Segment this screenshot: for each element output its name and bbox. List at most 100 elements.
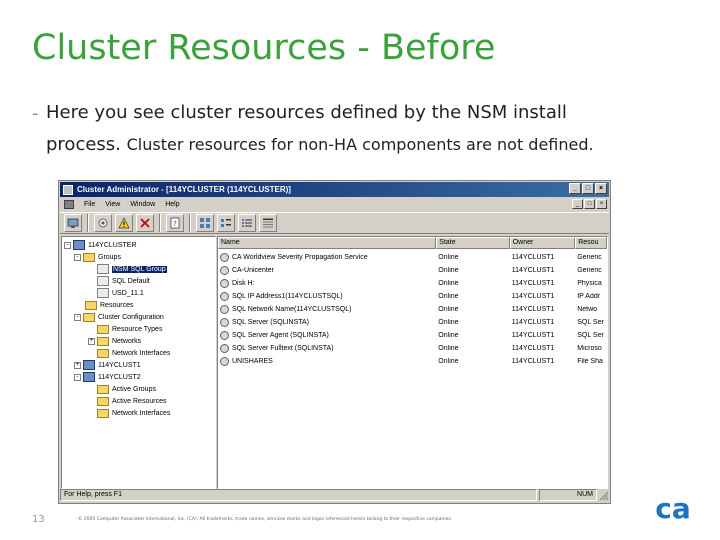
help-icon[interactable]: ? <box>166 214 184 232</box>
toolbar-separator <box>159 214 161 232</box>
expand-icon[interactable]: + <box>74 361 81 369</box>
mdi-restore-button[interactable]: □ <box>584 199 595 209</box>
cell-text: 114YCLUST1 <box>511 305 555 313</box>
list-item[interactable]: Disk H: Online 114YCLUST1 Physica <box>218 277 607 289</box>
resource-list-pane[interactable]: Name State Owner Resou CA Worldview Seve… <box>217 236 608 489</box>
mdi-child-icon[interactable] <box>64 200 74 209</box>
small-icons-icon[interactable] <box>217 214 235 232</box>
cell-text: Online <box>438 279 459 287</box>
group-icon <box>97 264 109 274</box>
resource-icon <box>220 304 229 314</box>
menu-help[interactable]: Help <box>161 201 183 208</box>
tree-item-cluster[interactable]: - 114YCLUSTER <box>64 239 137 251</box>
cell-text: SQL Server (SQLINSTA) <box>232 318 310 326</box>
cell-text: Online <box>438 331 459 339</box>
list-item[interactable]: SQL Server (SQLINSTA) Online 114YCLUST1 SQL… <box>218 316 607 328</box>
resize-grip-icon[interactable] <box>597 489 609 501</box>
expand-icon[interactable]: + <box>88 337 95 345</box>
tree-item-network-interfaces[interactable]: Network Interfaces <box>97 347 170 359</box>
menu-file[interactable]: File <box>80 201 99 208</box>
list-item[interactable]: SQL Server Agent (SQLINSTA) Online 114YCLU… <box>218 329 607 341</box>
collapse-icon[interactable]: - <box>64 241 71 249</box>
close-button[interactable]: × <box>595 183 607 194</box>
cell-text: SQL Ser <box>577 318 604 326</box>
cell-type: Generic <box>575 267 607 274</box>
warning-icon[interactable] <box>115 214 133 232</box>
collapse-icon[interactable]: - <box>74 313 81 321</box>
cell-text: CA Worldview Severity Propagation Servic… <box>232 253 368 261</box>
tree-item-sql-default[interactable]: SQL Default <box>97 275 150 287</box>
cell-state: Online <box>436 293 509 300</box>
window-title: Cluster Administrator - [114YCLUSTER (11… <box>77 185 291 194</box>
collapse-icon[interactable]: - <box>74 253 81 261</box>
tree-item-nsm-sql-group[interactable]: NSM SQL Group <box>97 263 167 275</box>
tree-item-groups[interactable]: - Groups <box>74 251 121 263</box>
tree-item-label: 114YCLUST2 <box>98 373 141 381</box>
list-item[interactable]: SQL Server Fulltext (SQLINSTA) Online 114Y… <box>218 342 607 354</box>
cell-owner: 114YCLUST1 <box>510 267 576 274</box>
tree-item-resources[interactable]: Resources <box>85 299 133 311</box>
page-number: 13 <box>32 514 45 525</box>
window-titlebar[interactable]: Cluster Administrator - [114YCLUSTER (11… <box>60 182 609 197</box>
folder-icon <box>97 324 109 334</box>
cell-text: Microso <box>577 344 602 352</box>
tree-item-label: 114YCLUSTER <box>88 241 137 249</box>
column-header-name[interactable]: Name <box>218 237 437 249</box>
menu-window[interactable]: Window <box>126 201 159 208</box>
tree-item-node-1[interactable]: + 114YCLUST1 <box>74 359 141 371</box>
list-item[interactable]: CA Worldview Severity Propagation Servic… <box>218 251 607 263</box>
cell-text: Online <box>438 253 459 261</box>
collapse-icon[interactable]: - <box>74 373 81 381</box>
tree-item-label: USD_11.1 <box>112 289 144 297</box>
cell-state: Online <box>436 332 509 339</box>
tree-item-usd[interactable]: USD_11.1 <box>97 287 144 299</box>
mdi-minimize-button[interactable]: _ <box>572 199 583 209</box>
tree-item-resource-types[interactable]: Resource Types <box>97 323 162 335</box>
list-item[interactable]: CA-Unicenter Online 114YCLUST1 Generic <box>218 264 607 276</box>
tree-item-active-groups[interactable]: Active Groups <box>97 383 156 395</box>
tree-item-networks[interactable]: + Networks <box>88 335 141 347</box>
maximize-button[interactable]: □ <box>582 183 594 194</box>
cluster-tree-pane[interactable]: - 114YCLUSTER - Groups NSM SQL Group SQL… <box>61 236 216 489</box>
cluster-administrator-window: Cluster Administrator - [114YCLUSTER (11… <box>58 180 611 504</box>
resource-icon <box>220 317 229 327</box>
minimize-button[interactable]: _ <box>569 183 581 194</box>
list-view-icon[interactable] <box>238 214 256 232</box>
cell-type: Netwo <box>575 306 607 313</box>
cell-owner: 114YCLUST1 <box>510 332 576 339</box>
cell-name: Disk H: <box>218 278 436 288</box>
tree-item-label: SQL Default <box>112 277 150 285</box>
cell-text: Online <box>438 266 459 274</box>
menu-view[interactable]: View <box>101 201 124 208</box>
connect-icon[interactable] <box>64 214 82 232</box>
column-header-owner[interactable]: Owner <box>509 237 576 249</box>
list-item[interactable]: SQL IP Address1(114YCLUSTSQL) Online 114YC… <box>218 290 607 302</box>
bullet-text-line2-start: process. <box>46 134 127 155</box>
tree-item-node2-network-interfaces[interactable]: Network Interfaces <box>97 407 170 419</box>
cell-name: CA-Unicenter <box>218 265 436 275</box>
list-item[interactable]: SQL Network Name(114YCLUSTSQL) Online 114Y… <box>218 303 607 315</box>
cell-text: 114YCLUST1 <box>511 279 555 287</box>
cell-owner: 114YCLUST1 <box>510 254 576 261</box>
tree-item-node-2[interactable]: - 114YCLUST2 <box>74 371 141 383</box>
tree-item-cluster-configuration[interactable]: - Cluster Configuration <box>74 311 164 323</box>
bullet-text-line2-rest: Cluster resources for non-HA components … <box>126 135 594 154</box>
details-view-icon[interactable] <box>259 214 277 232</box>
properties-icon[interactable] <box>94 214 112 232</box>
tree-item-label: Network Interfaces <box>112 349 171 357</box>
large-icons-icon[interactable] <box>196 214 214 232</box>
column-header-state[interactable]: State <box>436 237 510 249</box>
mdi-close-button[interactable]: × <box>596 199 607 209</box>
cell-state: Online <box>436 267 509 274</box>
cell-owner: 114YCLUST1 <box>510 345 576 352</box>
tree-item-active-resources[interactable]: Active Resources <box>97 395 166 407</box>
cell-text: SQL Network Name(114YCLUSTSQL) <box>232 305 352 313</box>
toolbar: ? <box>60 212 609 234</box>
delete-icon[interactable] <box>136 214 154 232</box>
resource-icon <box>220 265 229 275</box>
list-item[interactable]: UNISHARES Online 114YCLUST1 File Sha <box>218 355 607 367</box>
tree-item-label: Networks <box>112 337 142 345</box>
column-header-resource-type[interactable]: Resou <box>575 237 607 249</box>
cell-name: SQL Server Agent (SQLINSTA) <box>218 330 436 340</box>
folder-icon <box>83 252 95 262</box>
